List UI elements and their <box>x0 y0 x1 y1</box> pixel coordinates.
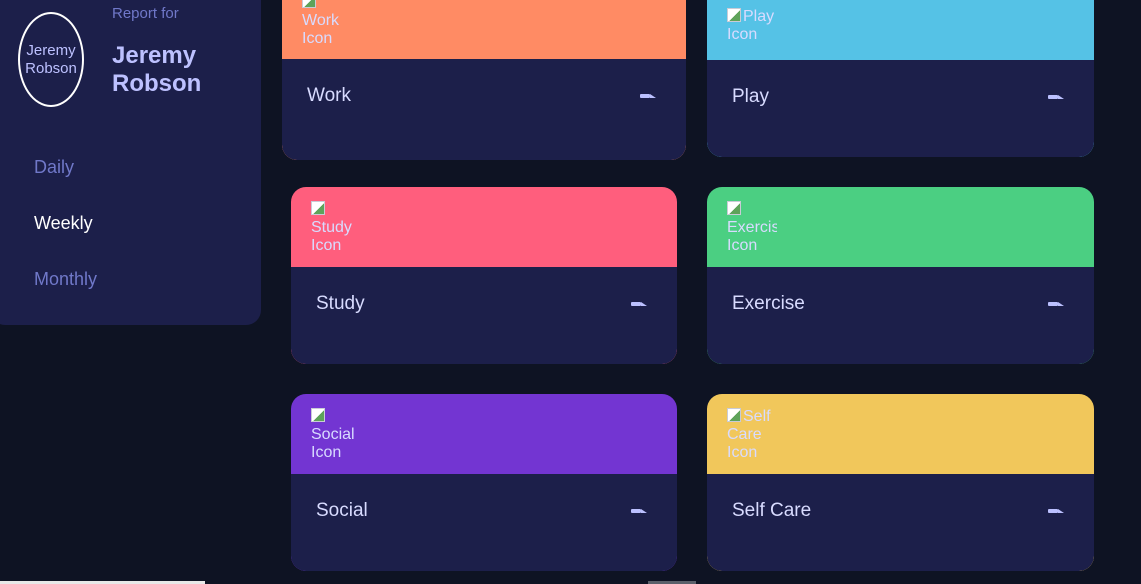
card-body: Exercise <box>707 267 1094 364</box>
ellipsis-icon[interactable] <box>631 508 647 514</box>
social-icon-alt: Social Icon <box>311 426 355 461</box>
card-social: Social Icon Social <box>291 394 677 571</box>
self-care-icon: Self Care Icon <box>727 408 777 468</box>
card-title: Social <box>316 500 368 521</box>
exercise-icon: Exercis Icon <box>727 201 777 261</box>
nav-monthly[interactable]: Monthly <box>34 269 97 290</box>
avatar: Jeremy Robson <box>18 12 84 107</box>
card-title: Exercise <box>732 293 805 314</box>
ellipsis-icon[interactable] <box>1048 94 1064 100</box>
card-study: Study Icon Study <box>291 187 677 364</box>
avatar-alt-text: Jeremy Robson <box>25 41 77 77</box>
card-body: Play <box>707 60 1094 157</box>
broken-image-icon <box>302 0 316 8</box>
card-body: Work <box>282 59 686 160</box>
study-icon: Study Icon <box>311 201 361 261</box>
report-for-label: Report for <box>112 5 179 22</box>
card-title: Self Care <box>732 500 812 521</box>
card-body: Self Care <box>707 474 1094 571</box>
ellipsis-icon[interactable] <box>1048 301 1064 307</box>
work-icon-alt: Work Icon <box>302 12 340 47</box>
broken-image-icon <box>727 408 741 422</box>
exercise-icon-alt: Exercis Icon <box>727 219 777 254</box>
user-name: Jeremy Robson <box>112 42 202 97</box>
broken-image-icon <box>727 8 741 22</box>
ellipsis-icon[interactable] <box>640 93 656 99</box>
work-icon: Work Icon <box>302 0 352 54</box>
card-title: Play <box>732 86 769 107</box>
ellipsis-icon[interactable] <box>631 301 647 307</box>
card-body: Study <box>291 267 677 364</box>
card-self-care: Self Care Icon Self Care <box>707 394 1094 571</box>
card-title: Work <box>307 85 351 106</box>
study-icon-alt: Study Icon <box>311 219 352 254</box>
play-icon: Play Icon <box>727 8 777 68</box>
broken-image-icon <box>311 408 325 422</box>
card-body: Social <box>291 474 677 571</box>
card-play: Play Icon Play <box>707 0 1094 157</box>
broken-image-icon <box>727 201 741 215</box>
profile-card: Jeremy Robson Report for Jeremy Robson D… <box>0 0 261 325</box>
card-work: Work Icon Work <box>282 0 686 160</box>
broken-image-icon <box>311 201 325 215</box>
social-icon: Social Icon <box>311 408 361 468</box>
card-title: Study <box>316 293 365 314</box>
nav-weekly[interactable]: Weekly <box>34 213 93 234</box>
nav-daily[interactable]: Daily <box>34 157 74 178</box>
ellipsis-icon[interactable] <box>1048 508 1064 514</box>
card-exercise: Exercis Icon Exercise <box>707 187 1094 364</box>
